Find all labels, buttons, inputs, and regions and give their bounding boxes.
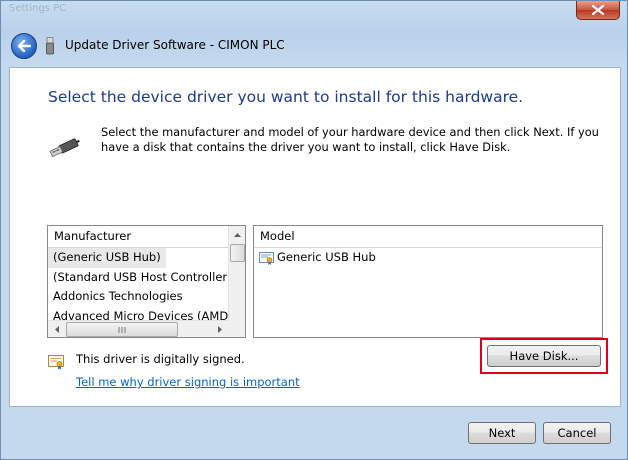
scroll-thumb[interactable]	[66, 322, 178, 337]
chevron-right-icon	[217, 325, 222, 333]
cancel-button[interactable]: Cancel	[543, 422, 611, 444]
model-list[interactable]: Model Generic USB Hub	[253, 225, 603, 338]
close-icon	[592, 5, 604, 15]
driver-signed-status: This driver is digitally signed.	[76, 352, 245, 366]
model-item-label: Generic USB Hub	[277, 250, 376, 264]
chevron-left-icon	[54, 325, 59, 333]
usb-plug-icon	[49, 138, 80, 158]
back-arrow-icon	[17, 40, 31, 52]
instructions-text: Select the manufacturer and model of you…	[101, 125, 599, 154]
list-item[interactable]: Addonics Technologies	[48, 287, 245, 307]
chevron-up-icon	[233, 232, 241, 237]
list-item[interactable]: (Standard USB Host Controller)	[48, 268, 245, 288]
scroll-left-button[interactable]	[48, 321, 65, 337]
certificate-icon	[48, 355, 64, 370]
have-disk-button[interactable]: Have Disk...	[487, 345, 601, 367]
scroll-right-button[interactable]	[211, 321, 228, 337]
scroll-up-button[interactable]	[229, 226, 245, 243]
content-panel: Select the device driver you want to ins…	[9, 67, 621, 407]
background-window-title: Settings PC	[9, 3, 67, 14]
driver-signing-help-link[interactable]: Tell me why driver signing is important	[76, 375, 300, 389]
page-heading: Select the device driver you want to ins…	[48, 88, 524, 106]
close-button[interactable]	[576, 1, 620, 20]
next-button-label: Next	[488, 426, 516, 440]
list-item[interactable]: (Generic USB Hub)	[48, 248, 166, 268]
list-item[interactable]: Generic USB Hub	[254, 248, 602, 268]
scrollbar-corner	[228, 320, 245, 337]
model-column-header[interactable]: Model	[254, 226, 602, 248]
scroll-thumb[interactable]	[230, 244, 245, 262]
back-button[interactable]	[11, 33, 37, 59]
window-title: Update Driver Software - CIMON PLC	[65, 38, 285, 52]
manufacturer-list[interactable]: Manufacturer (Generic USB Hub) (Standard…	[47, 225, 246, 338]
manufacturer-column-header[interactable]: Manufacturer	[48, 226, 245, 248]
dialog-window: Settings PC Update Driver Software - CIM…	[0, 0, 628, 460]
usb-device-icon	[46, 37, 54, 55]
horizontal-scrollbar[interactable]	[48, 320, 228, 337]
cancel-button-label: Cancel	[557, 426, 597, 440]
grip-icon	[118, 326, 125, 333]
signed-driver-icon	[259, 251, 274, 265]
next-button[interactable]: Next	[468, 422, 536, 444]
